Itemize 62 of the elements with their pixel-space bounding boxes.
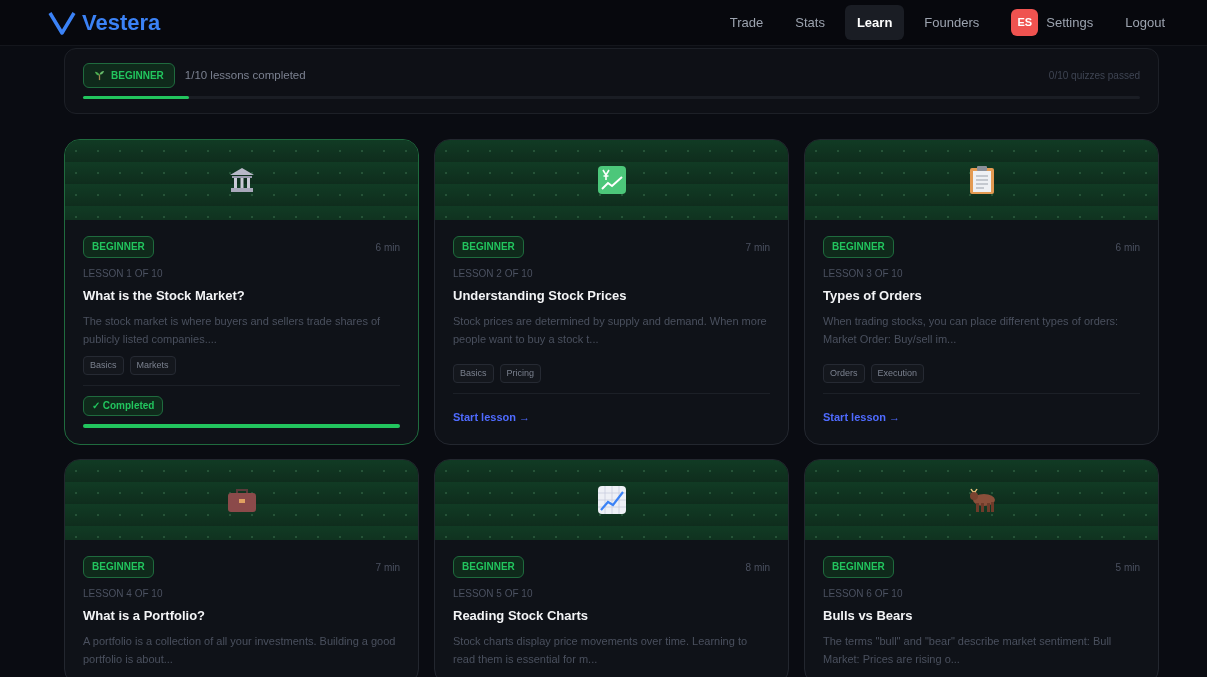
nav-link[interactable]: Trade [717, 4, 776, 41]
nav-link[interactable]: Logout [1113, 4, 1177, 41]
topic-tag: Basics [83, 356, 124, 375]
topic-tag: Markets [129, 356, 176, 375]
nav-link[interactable]: Stats [783, 4, 837, 41]
duration-label: 7 min [745, 240, 770, 255]
lesson-number: LESSON 2 OF 10 [453, 268, 534, 280]
level-badge: BEGINNER [453, 556, 524, 578]
lesson-title: Bulls vs Bears [823, 608, 914, 624]
level-badge: BEGINNER [453, 236, 524, 258]
topic-tag: Pricing [499, 364, 542, 383]
lesson-description: Stock charts display price movements over time. Learning to read them is essential for m... [453, 634, 749, 667]
lesson-card[interactable]: BEGINNER 6 min LESSON 3 OF 10 Types of Orders When trading stocks, you can place different types of orders: Market Order: Buy/sell im... Orders Execution Start lesson → [804, 139, 1159, 445]
lesson-description: When trading stocks, you can place different types of orders: Market Order: Buy/sell im... [823, 314, 1120, 347]
lesson-description: The stock market is where buyers and sellers trade shares of publicly listed companies.... [83, 314, 382, 347]
lesson-title: Understanding Stock Prices [453, 288, 628, 304]
lesson-description: A portfolio is a collection of all your investments. Building a good portfolio is about... [83, 634, 397, 667]
topic-tag: Basics [453, 364, 494, 383]
clipboard-icon [968, 165, 995, 195]
duration-label: 5 min [1115, 560, 1140, 575]
user-avatar: ES [1011, 9, 1039, 36]
duration-label: 6 min [1115, 240, 1140, 255]
lesson-number: LESSON 5 OF 10 [453, 588, 534, 600]
topic-tag: Execution [870, 364, 925, 383]
duration-label: 6 min [375, 240, 400, 255]
completed-badge: ✓ Completed [83, 396, 164, 416]
level-badge: BEGINNER [823, 556, 894, 578]
level-badge: BEGINNER [823, 236, 894, 258]
chart-icon [596, 165, 627, 195]
settings-link[interactable]: ES Settings [999, 3, 1106, 42]
duration-label: 8 min [745, 560, 770, 575]
duration-label: 7 min [375, 560, 400, 575]
lesson-card[interactable]: BEGINNER 8 min LESSON 5 OF 10 Reading Stock Charts Stock charts display price movements over time. Learning to read them is essential for m... [434, 459, 789, 677]
brand-name: Vestera [82, 9, 161, 37]
lesson-card[interactable]: BEGINNER 7 min LESSON 4 OF 10 What is a Portfolio? A portfolio is a collection of all your investments. Building a good portfolio is about... [64, 459, 419, 677]
briefcase-icon [226, 487, 257, 513]
topic-tag: Orders [823, 364, 865, 383]
lesson-title: What is the Stock Market? [83, 288, 246, 304]
lesson-title: What is a Portfolio? [83, 608, 207, 624]
sprout-icon [94, 70, 105, 81]
level-label: BEGINNER [111, 69, 164, 83]
level-badge: BEGINNER [83, 236, 154, 258]
chart-icon [596, 485, 627, 515]
lesson-title: Reading Stock Charts [453, 608, 590, 624]
nav-link[interactable]: Founders [912, 4, 992, 41]
start-lesson-link[interactable]: Start lesson → [453, 408, 531, 427]
lesson-card[interactable]: BEGINNER 5 min LESSON 6 OF 10 Bulls vs Bears The terms "bull" and "bear" describe market sentiment: Bull Market: Prices are rising o... [804, 459, 1159, 677]
logo-icon [48, 9, 76, 36]
settings-label: Settings [1046, 13, 1094, 32]
start-lesson-link[interactable]: Start lesson → [823, 408, 901, 427]
lesson-number: LESSON 3 OF 10 [823, 268, 904, 280]
lesson-number: LESSON 6 OF 10 [823, 588, 904, 600]
nav-link[interactable]: Learn [844, 4, 905, 41]
lesson-number: LESSON 4 OF 10 [83, 588, 164, 600]
lessons-completed-label: 1/10 lessons completed [184, 67, 306, 83]
lesson-title: Types of Orders [823, 288, 923, 304]
level-badge: BEGINNER [83, 556, 154, 578]
lesson-description: Stock prices are determined by supply and demand. When more people want to buy a stock t... [453, 314, 768, 347]
lesson-description: The terms "bull" and "bear" describe market sentiment: Bull Market: Prices are rising o... [823, 634, 1113, 667]
lesson-number: LESSON 1 OF 10 [83, 268, 164, 280]
lesson-card[interactable]: BEGINNER 6 min LESSON 1 OF 10 What is the Stock Market? The stock market is where buyers and sellers trade shares of publicly listed companies.... Basics Markets ✓ Completed [64, 139, 419, 445]
lesson-card[interactable]: BEGINNER 7 min LESSON 2 OF 10 Understanding Stock Prices Stock prices are determined by supply and demand. When more people want to buy a stock t... Basics Pricing Start lesson → [434, 139, 789, 445]
